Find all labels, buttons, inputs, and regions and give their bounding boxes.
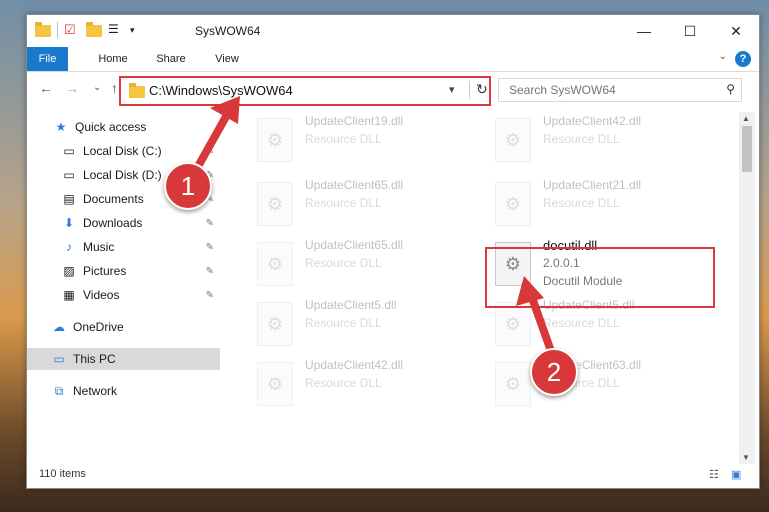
- annotation-arrows: [192, 96, 556, 358]
- arrow-2-shaft: [526, 288, 556, 358]
- arrow-2-head: [516, 276, 544, 306]
- annotation-badge-2: 2: [530, 348, 578, 396]
- annotation-badge-1: 1: [164, 162, 212, 210]
